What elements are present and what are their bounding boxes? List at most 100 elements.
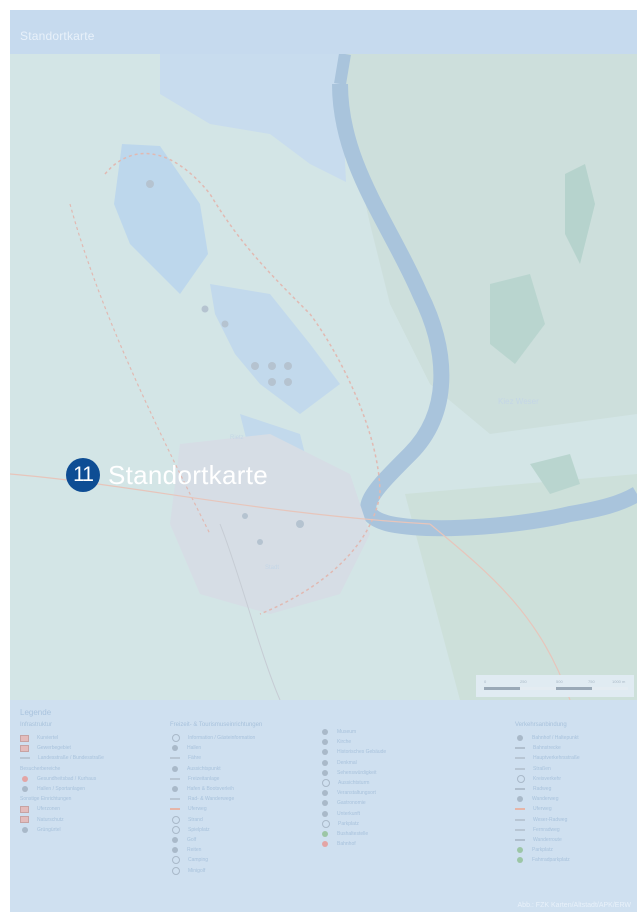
legend-item: Golf xyxy=(170,835,262,845)
legend-item-label: Reiten xyxy=(187,847,202,854)
legend-item: Fahrradparkplatz xyxy=(515,855,580,865)
legend-item-label: Bahnstrecke xyxy=(533,745,561,752)
ring-symbol-icon xyxy=(172,856,180,865)
legend-item: Uferweg xyxy=(170,804,262,814)
dot-symbol-icon xyxy=(22,826,28,833)
line-symbol-icon xyxy=(170,757,180,760)
dot-symbol-icon xyxy=(172,836,178,843)
scale-label-500: 500 xyxy=(556,679,563,684)
legend-item-label: Unterkunft xyxy=(337,810,361,817)
chapter-title: Standortkarte xyxy=(108,459,268,490)
legend-item-label: Landesstraße / Bundesstraße xyxy=(38,755,104,762)
legend-item: Uferzonen xyxy=(20,804,104,814)
dot-symbol-icon xyxy=(322,810,328,817)
legend-item: Veranstaltungsort xyxy=(320,788,386,798)
legend-title: Legende xyxy=(20,708,52,717)
legend-item-label: Weser-Radweg xyxy=(533,816,568,823)
redline-symbol-icon xyxy=(515,808,525,811)
legend-item-label: Uferweg xyxy=(188,806,207,813)
legend-item: Fähre xyxy=(170,753,262,763)
legend-item: Grüngürtel xyxy=(20,825,104,835)
legend-item: Bahnhof / Haltepunkt xyxy=(515,733,580,743)
map-scalebar: 0 250 500 750 1000 m xyxy=(476,675,634,697)
legend-item-label: Freizeitanlage xyxy=(188,775,220,782)
legend-item-label: Bahnhof xyxy=(337,841,356,848)
legend-item: Rad- & Wanderwege xyxy=(170,794,262,804)
map-legend: Legende Infrastruktur Kurviertel Gewerbege… xyxy=(10,700,637,912)
legend-item: Information / Gästeinformation xyxy=(170,733,262,743)
legend-item-label: Camping xyxy=(188,857,209,864)
legend-item-label: Kurviertel xyxy=(37,735,59,742)
legend-item-label: Bushaltestelle xyxy=(337,830,369,837)
dot-symbol-icon xyxy=(322,790,328,797)
dot-symbol-icon xyxy=(172,786,178,793)
legend-item: Straßen xyxy=(515,764,580,774)
legend-item-label: Gastronomie xyxy=(337,800,366,807)
legend-item: Wanderroute xyxy=(515,835,580,845)
scale-label-1000: 1000 m xyxy=(612,679,626,684)
legend-item-label: Kreisverkehr xyxy=(533,775,562,782)
legend-item-label: Hallen / Sportanlagen xyxy=(37,786,86,793)
legend-item-label: Kirche xyxy=(337,739,352,746)
map-graphic: Kiez Weser Rietz Stadt xyxy=(10,54,637,700)
dot-symbol-icon xyxy=(172,765,178,772)
legend-item-label: Aussichtspunkt xyxy=(187,765,221,772)
legend-column-heading: Verkehrsanbindung xyxy=(515,722,567,728)
legend-item-label: Veranstaltungsort xyxy=(337,790,376,797)
legend-item: Gastronomie xyxy=(320,798,386,808)
legend-item: Uferweg xyxy=(515,804,580,814)
map-label-kiez-weser: Kiez Weser xyxy=(498,397,539,406)
ring-symbol-icon xyxy=(172,734,180,743)
map-label-stadt: Stadt xyxy=(265,565,279,571)
greendot-symbol-icon xyxy=(322,830,328,837)
legend-item: Denkmal xyxy=(320,758,386,768)
ring-symbol-icon xyxy=(172,866,180,875)
legend-item: Besucherbereiche xyxy=(20,764,104,774)
legend-item: Kreisverkehr xyxy=(515,774,580,784)
chapter-heading: 11 Standortkarte xyxy=(66,458,268,492)
ring-symbol-icon xyxy=(322,779,330,788)
legend-column-infrastructure: Infrastruktur Kurviertel Gewerbegebiet Land… xyxy=(20,722,104,835)
legend-item: Sonstige Einrichtungen xyxy=(20,794,104,804)
legend-item-label: Bahnhof / Haltepunkt xyxy=(532,735,579,742)
legend-item: Radweg xyxy=(515,784,580,794)
scale-label-750: 750 xyxy=(588,679,595,684)
legend-item-label: Information / Gästeinformation xyxy=(188,735,256,742)
dot-symbol-icon xyxy=(322,739,328,746)
legend-item-label: Hallen xyxy=(187,745,202,752)
legend-item: Bushaltestelle xyxy=(320,829,386,839)
ring-symbol-icon xyxy=(172,815,180,824)
legend-column-heading: Infrastruktur xyxy=(20,722,53,728)
legend-item-label: Grüngürtel xyxy=(37,826,61,833)
line-symbol-icon xyxy=(170,798,180,801)
dot-symbol-icon xyxy=(322,759,328,766)
scale-label-250: 250 xyxy=(520,679,527,684)
square-symbol-icon xyxy=(20,744,29,752)
legend-item: Minigolf xyxy=(170,865,262,875)
legend-item: Kurviertel xyxy=(20,733,104,743)
dot-symbol-icon xyxy=(172,847,178,854)
greendot-symbol-icon xyxy=(517,857,523,864)
chapter-number-badge: 11 xyxy=(66,458,100,492)
legend-item: Reiten xyxy=(170,845,262,855)
legend-item: Aussichtspunkt xyxy=(170,764,262,774)
legend-item: Sehenswürdigkeit xyxy=(320,768,386,778)
image-credit: Abb.: FZK Karten/Altstadt/APK/ERW xyxy=(517,902,631,909)
legend-item: Hallen xyxy=(170,743,262,753)
legend-item-label: Fähre xyxy=(188,755,202,762)
line-symbol-icon xyxy=(515,828,525,831)
square-symbol-icon xyxy=(20,805,29,813)
legend-item-label: Fernradweg xyxy=(533,826,560,833)
legend-item-label: Strand xyxy=(188,816,203,823)
line-symbol-icon xyxy=(515,767,525,770)
square-symbol-icon xyxy=(20,816,29,824)
ring-symbol-icon xyxy=(322,819,330,828)
dash-symbol-icon xyxy=(515,788,525,791)
legend-item-label: Wanderroute xyxy=(533,836,562,843)
legend-item: Historisches Gebäude xyxy=(320,747,386,757)
legend-item-label: Historisches Gebäude xyxy=(337,749,387,756)
map-label-rietz: Rietz xyxy=(230,435,244,441)
legend-item: Parkplatz xyxy=(320,819,386,829)
legend-item-label: Besucherbereiche xyxy=(20,765,61,772)
legend-item-label: Parkplatz xyxy=(532,847,553,854)
